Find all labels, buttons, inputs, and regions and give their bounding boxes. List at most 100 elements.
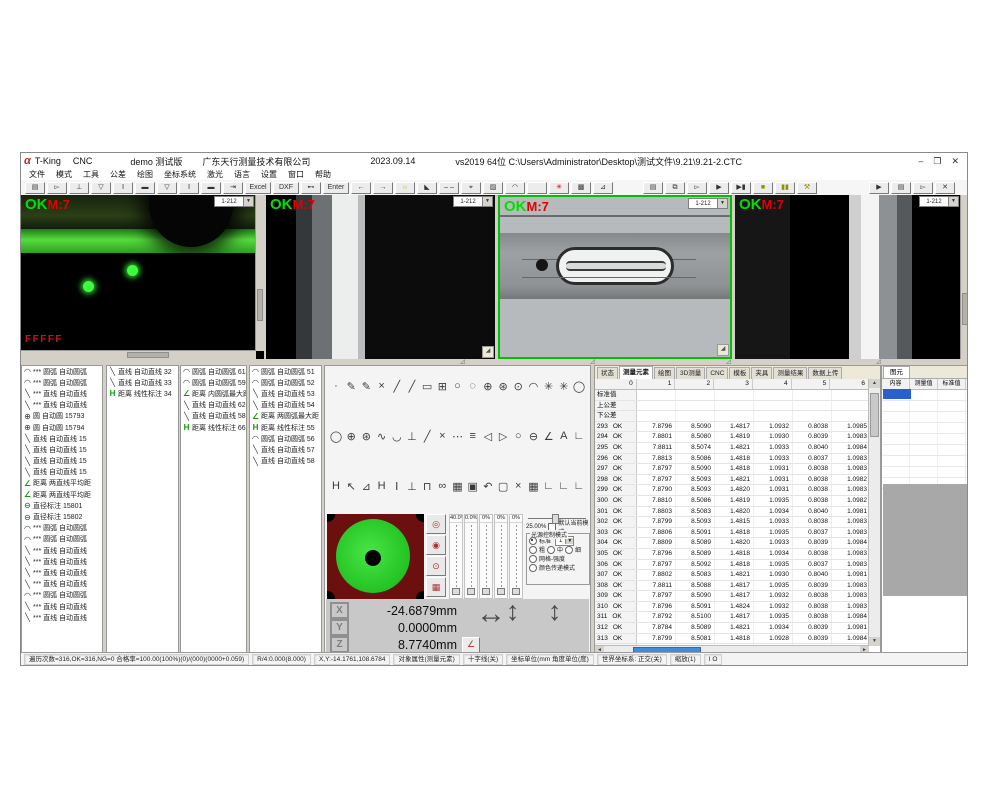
table-row[interactable]: 311OK 7.8792 8.5100 1.4817 1.0935 0.8038… [595, 612, 869, 623]
toolbar-button[interactable]: ⇥ [223, 182, 243, 194]
aux-toolbar-button[interactable]: ✕ [935, 182, 955, 194]
light-channel-button[interactable]: ◉ [426, 535, 446, 555]
run-control-button[interactable]: ▻ [687, 182, 707, 194]
list-item[interactable]: ╲ *** 直线 自动直线 [22, 612, 102, 623]
table-vscrollbar[interactable]: ▲ ▼ [868, 379, 880, 646]
light-channel-button[interactable]: ⊙ [426, 556, 446, 576]
run-control-button[interactable]: ▮▮ [775, 182, 795, 194]
tolerance-row[interactable]: 标准值 [595, 390, 869, 401]
list-item[interactable]: ╲ 直线 自动直线 57 [250, 444, 321, 455]
chevron-down-icon[interactable]: ▼ [243, 197, 253, 206]
close-button[interactable]: ✕ [951, 156, 959, 167]
toolbar-button[interactable]: ▩ [571, 182, 591, 194]
tolerance-row[interactable]: 下公差 [595, 411, 869, 422]
toolbar-button[interactable]: ▬ [135, 182, 155, 194]
list-item[interactable]: ⊕ 圆 自动圆 15793 [22, 411, 102, 422]
tool-icon[interactable]: H [329, 480, 343, 493]
menu-item[interactable]: 帮助 [315, 169, 331, 180]
list-item[interactable]: ╲ *** 直线 自动直线 [22, 579, 102, 590]
selected-cell[interactable] [883, 389, 911, 399]
table-row[interactable]: 302OK 7.8799 8.5093 1.4815 1.0933 0.8038… [595, 517, 869, 528]
panel-resize-grip[interactable]: ◢ [482, 346, 494, 358]
scroll-down-icon[interactable]: ▼ [869, 637, 880, 646]
menu-item[interactable]: 模式 [56, 169, 72, 180]
list-item[interactable]: ╲ *** 直线 自动直线 [22, 567, 102, 578]
toolbar-button[interactable]: ☼ [395, 182, 415, 194]
slider-thumb[interactable] [482, 588, 490, 595]
tool-icon[interactable]: ⊕ [344, 430, 358, 443]
list-item[interactable]: ╲ *** 直线 自动直线 [22, 556, 102, 567]
list-item[interactable]: ◠ 圆弧 自动圆弧 51 [250, 366, 321, 377]
jog-z-arrows[interactable]: ↕ [548, 596, 562, 627]
tool-icon[interactable]: ⊥ [405, 480, 419, 493]
list-item[interactable]: H 距离 线性标注 34 [107, 388, 178, 399]
list-item[interactable]: H 距离 线性标注 55 [250, 422, 321, 433]
light-slider[interactable]: 0.0% [464, 514, 478, 599]
run-control-button[interactable]: ⚒ [797, 182, 817, 194]
ring-light-indicator[interactable] [327, 514, 424, 599]
tool-icon[interactable]: ○ [451, 380, 465, 393]
run-control-button[interactable]: ⧉ [665, 182, 685, 194]
tool-icon[interactable]: ∟ [557, 480, 571, 493]
light-slider[interactable]: 0% [494, 514, 508, 599]
list-item[interactable]: ╲ 直线 自动直线 62 [181, 400, 246, 411]
list-item[interactable]: ⊖ 直径标注 15802 [22, 511, 102, 522]
tool-icon[interactable]: ↶ [481, 480, 495, 493]
tool-icon[interactable]: ╱ [390, 380, 404, 393]
toolbar-button[interactable]: ▤ [25, 182, 45, 194]
run-control-button[interactable]: ▶ [709, 182, 729, 194]
light-slider[interactable]: 0% [509, 514, 523, 599]
table-row[interactable]: 294OK 7.8801 8.5080 1.4819 1.0930 0.8039… [595, 432, 869, 443]
list-item[interactable]: ╲ 直线 自动直线 58 [181, 411, 246, 422]
chevron-down-icon[interactable]: ▼ [948, 197, 958, 206]
slider-thumb[interactable] [467, 588, 475, 595]
tool-icon[interactable]: ⊛ [359, 430, 373, 443]
tool-icon[interactable]: ∞ [435, 480, 449, 493]
tool-icon[interactable]: ⊛ [496, 380, 510, 393]
table-row[interactable]: 304OK 7.8809 8.5089 1.4820 1.0933 0.8039… [595, 538, 869, 549]
toolbar-button[interactable]: ⊿ [593, 182, 613, 194]
list-item[interactable]: ⊕ 圆 自动圆 15794 [22, 422, 102, 433]
toolbar-button[interactable] [527, 182, 547, 194]
list-item[interactable]: ∠ 距离 两直线平均距 [22, 478, 102, 489]
tolerance-row[interactable]: 上公差 [595, 401, 869, 412]
table-tab[interactable]: 数据上传 [808, 367, 842, 379]
list-item[interactable]: ◠ *** 圆弧 自动圆弧 [22, 377, 102, 388]
panel-resize-grip[interactable]: ◢ [717, 344, 729, 356]
toolbar-button[interactable]: ▽ [157, 182, 177, 194]
tool-icon[interactable]: ╱ [420, 430, 434, 443]
tool-icon[interactable]: ▦ [451, 480, 465, 493]
tool-icon[interactable]: × [511, 480, 525, 493]
light-channel-button[interactable]: ▦ [426, 577, 446, 597]
camera-4-view[interactable] [735, 195, 961, 359]
table-tab[interactable]: 状态 [597, 367, 618, 379]
toolbar-button[interactable]: ← [351, 182, 371, 194]
tool-icon[interactable]: ✎ [359, 380, 373, 393]
light-slider[interactable]: 0% [479, 514, 493, 599]
list-item[interactable]: ╲ 直线 自动直线 32 [107, 366, 178, 377]
camera-1-vscrollbar[interactable] [255, 195, 264, 351]
table-tab[interactable]: 测量结果 [773, 367, 807, 379]
camera-range-dropdown[interactable]: 1-212▼ [453, 196, 493, 207]
tool-icon[interactable]: ⊙ [511, 380, 525, 393]
toolbar-button[interactable]: ▽ [91, 182, 111, 194]
list-item[interactable]: ╲ *** 直线 自动直线 [22, 388, 102, 399]
tool-icon[interactable]: ⊓ [420, 480, 434, 493]
list-item[interactable]: ╲ 直线 自动直线 53 [250, 388, 321, 399]
tool-icon[interactable]: ⊞ [435, 380, 449, 393]
toolbar-button[interactable]: Enter [323, 182, 349, 194]
table-row[interactable]: 305OK 7.8796 8.5089 1.4818 1.0934 0.8038… [595, 549, 869, 560]
list-item[interactable]: ◠ 圆弧 自动圆弧 61 [181, 366, 246, 377]
tool-icon[interactable]: ╱ [405, 380, 419, 393]
run-control-button[interactable]: ▶▮ [731, 182, 751, 194]
table-row[interactable]: 297OK 7.8797 8.5090 1.4818 1.0931 0.8038… [595, 464, 869, 475]
camera-1-view[interactable]: FFFFF [21, 195, 256, 351]
camera-1-hscrollbar[interactable] [21, 350, 256, 359]
tool-icon[interactable]: ⊿ [359, 480, 373, 493]
tool-icon[interactable]: H [375, 480, 389, 493]
camera-2-view[interactable] [266, 195, 495, 359]
tool-icon[interactable]: Ⅰ [390, 480, 404, 493]
menu-item[interactable]: 语言 [234, 169, 250, 180]
list-item[interactable]: H 距离 线性标注 66 [181, 422, 246, 433]
table-row[interactable]: 300OK 7.8810 8.5086 1.4819 1.0935 0.8038… [595, 496, 869, 507]
